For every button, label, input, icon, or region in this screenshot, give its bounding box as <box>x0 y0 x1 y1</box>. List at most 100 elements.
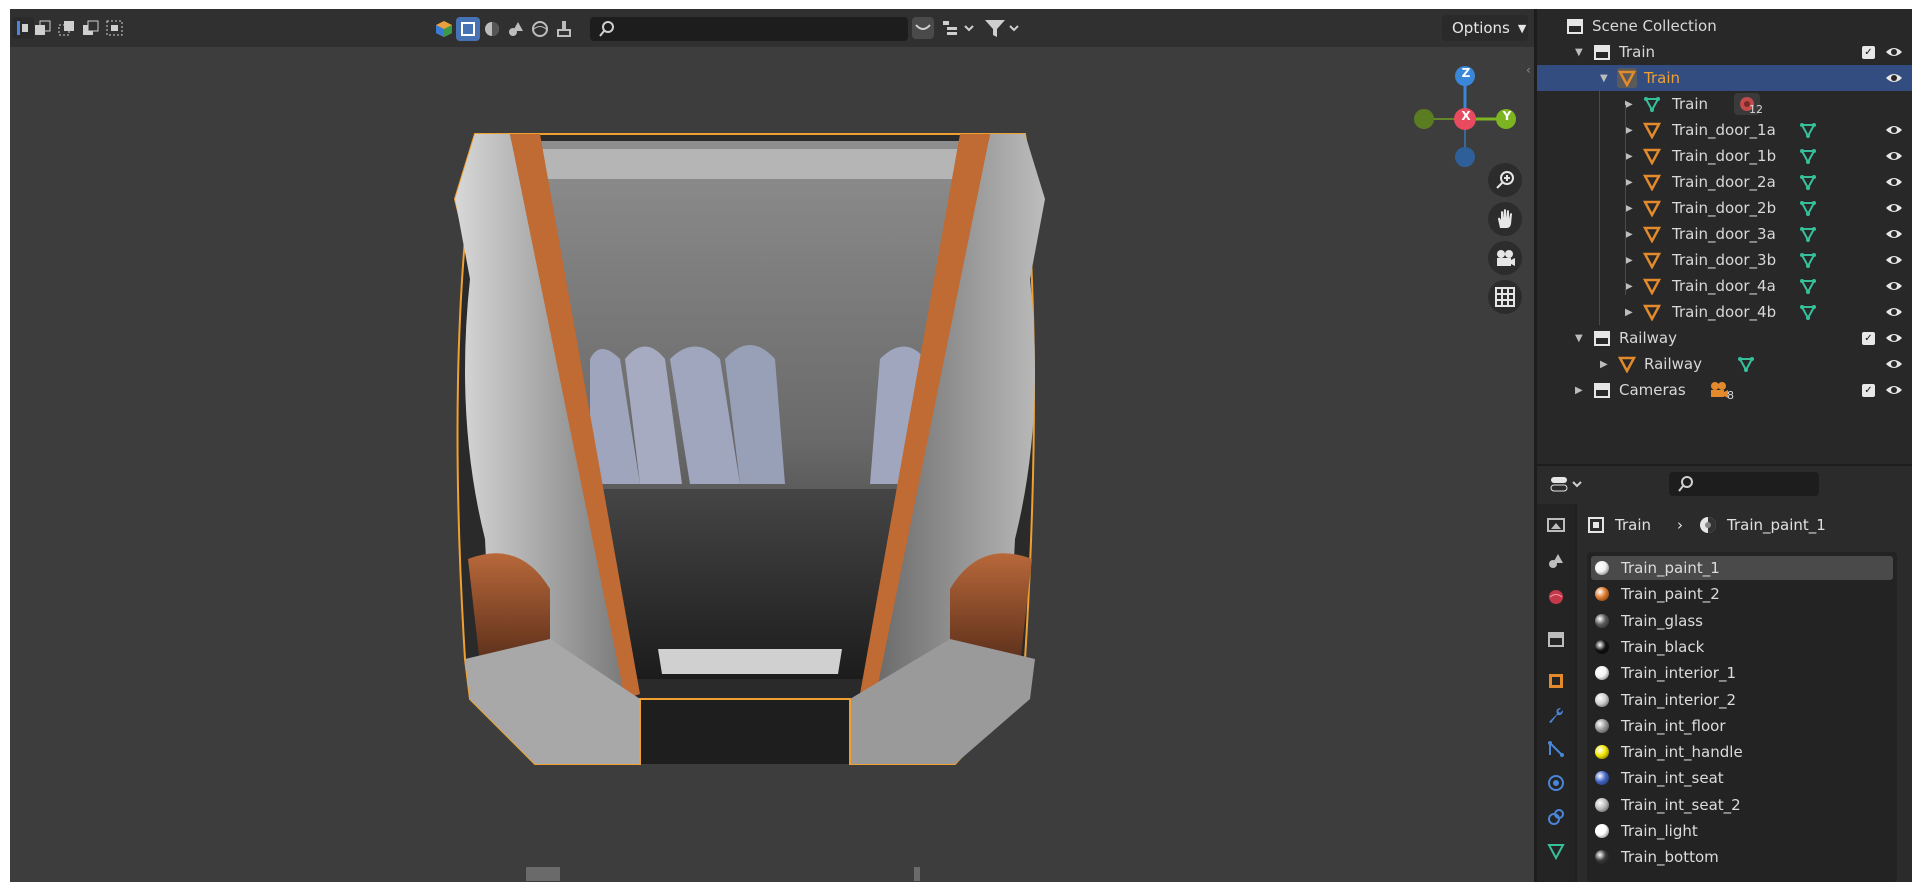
sync-toggle-icon[interactable] <box>912 17 934 39</box>
material-slot-row[interactable]: Train_interior_2 <box>1591 688 1893 712</box>
select-extend-icon[interactable] <box>56 17 78 39</box>
outliner-row[interactable]: ▶ Train 12 <box>1537 91 1912 117</box>
exclude-checkbox[interactable]: ✓ <box>1862 331 1875 345</box>
eye-icon[interactable] <box>1885 332 1903 344</box>
world-tab-icon[interactable] <box>1545 586 1567 608</box>
select-subtract-icon[interactable] <box>80 17 102 39</box>
expand-down-icon[interactable]: ▼ <box>1575 333 1583 344</box>
expand-right-icon[interactable]: ▶ <box>1625 307 1633 318</box>
outliner-filter-object-icon[interactable] <box>456 17 480 41</box>
select-tool-icon[interactable] <box>12 17 34 39</box>
outliner-row[interactable]: ▶ Train_door_4a <box>1537 273 1912 299</box>
properties-panel[interactable]: Train › Train_paint_1 Train_paint_1 Train… <box>1537 466 1912 882</box>
expand-right-icon[interactable]: ▶ <box>1625 229 1633 240</box>
world-icon[interactable] <box>528 17 552 41</box>
material-slot-row[interactable]: Train_light <box>1591 819 1893 843</box>
filter-dropdown[interactable] <box>982 17 1022 39</box>
expand-right-icon[interactable]: ▶ <box>1575 385 1583 396</box>
mesh-data-icon[interactable] <box>1799 303 1817 321</box>
material-slot-row[interactable]: Train_paint_2 <box>1591 582 1893 606</box>
mesh-data-icon[interactable] <box>1799 199 1817 217</box>
expand-down-icon[interactable]: ▼ <box>1575 47 1583 58</box>
eye-icon[interactable] <box>1885 150 1903 162</box>
properties-search-input[interactable] <box>1669 472 1819 496</box>
outliner-row[interactable]: ▼ Railway ✓ <box>1537 325 1912 351</box>
material-sphere-icon[interactable] <box>480 17 504 41</box>
eye-icon[interactable] <box>1885 202 1903 214</box>
editor-type-dropdown[interactable] <box>1549 472 1585 496</box>
eye-icon[interactable] <box>1885 124 1903 136</box>
mesh-data-icon[interactable] <box>1737 355 1755 373</box>
material-slot-row[interactable]: Train_black <box>1591 635 1893 659</box>
mesh-data-icon[interactable] <box>1799 173 1817 191</box>
expand-right-icon[interactable]: ▶ <box>1625 125 1633 136</box>
expand-right-icon[interactable]: ▶ <box>1625 203 1633 214</box>
eye-icon[interactable] <box>1885 228 1903 240</box>
render-tab-icon[interactable] <box>1545 514 1567 536</box>
eye-icon[interactable] <box>1885 46 1903 58</box>
grid-ortho-icon[interactable] <box>1488 280 1522 314</box>
eye-icon[interactable] <box>1885 306 1903 318</box>
outliner-row[interactable]: ▶ Train_door_3b <box>1537 247 1912 273</box>
material-slot-row[interactable]: Train_int_seat_2 <box>1591 793 1893 817</box>
brush-icon[interactable] <box>552 17 576 41</box>
pan-hand-icon[interactable] <box>1488 202 1522 236</box>
display-mode-dropdown[interactable] <box>938 17 978 39</box>
eye-icon[interactable] <box>1885 254 1903 266</box>
outliner-row[interactable]: ▶ Train_door_2a <box>1537 169 1912 195</box>
options-dropdown[interactable]: Options ▼ <box>1442 15 1528 41</box>
particles-tab-icon[interactable] <box>1545 738 1567 760</box>
outliner-row[interactable]: ▼ Train <box>1537 65 1912 91</box>
train-model-render[interactable] <box>450 119 1050 769</box>
eye-icon[interactable] <box>1885 280 1903 292</box>
expand-right-icon[interactable]: ▶ <box>1625 99 1633 110</box>
physics-tab-icon[interactable] <box>1545 772 1567 794</box>
zoom-icon[interactable] <box>1488 163 1522 197</box>
outliner-row[interactable]: ▶ Train_door_1b <box>1537 143 1912 169</box>
outliner-row[interactable]: ▼ Train ✓ <box>1537 39 1912 65</box>
constraints-tab-icon[interactable] <box>1545 806 1567 828</box>
outliner-row[interactable]: ▶ Train_door_1a <box>1537 117 1912 143</box>
viewport-search-input[interactable] <box>590 17 908 41</box>
scene-collection-row[interactable]: Scene Collection <box>1537 13 1912 39</box>
expand-right-icon[interactable]: ▶ <box>1625 281 1633 292</box>
eye-icon[interactable] <box>1885 358 1903 370</box>
material-slot-row[interactable]: Train_int_seat <box>1591 766 1893 790</box>
mesh-data-icon[interactable] <box>1799 225 1817 243</box>
expand-right-icon[interactable]: ▶ <box>1625 151 1633 162</box>
eye-icon[interactable] <box>1885 384 1903 396</box>
outliner-row[interactable]: ▶ Train_door_2b <box>1537 195 1912 221</box>
expand-right-icon[interactable]: ▶ <box>1625 255 1633 266</box>
select-intersect-icon[interactable] <box>104 17 126 39</box>
material-slot-row[interactable]: Train_bottom <box>1591 845 1893 869</box>
expand-right-icon[interactable]: ▶ <box>1600 359 1608 370</box>
object-tab-icon[interactable] <box>1545 670 1567 692</box>
eye-icon[interactable] <box>1885 176 1903 188</box>
mesh-data-icon[interactable] <box>1799 121 1817 139</box>
modifier-wrench-icon[interactable] <box>1545 704 1567 726</box>
3d-viewport[interactable]: Options ▼ ‹ Z X Y <box>10 9 1534 882</box>
outliner-row[interactable]: ▶ Train_door_3a <box>1537 221 1912 247</box>
material-slot-list[interactable]: Train_paint_1 Train_paint_2 Train_glass Tra… <box>1587 552 1897 882</box>
material-slot-row[interactable]: Train_glass <box>1591 609 1893 633</box>
output-tab-icon[interactable] <box>1545 550 1567 572</box>
camera-icon[interactable] <box>1709 381 1729 399</box>
object-types-icon[interactable] <box>432 17 456 41</box>
collection-tab-icon[interactable] <box>1545 628 1567 650</box>
camera-view-icon[interactable] <box>1488 241 1522 275</box>
expand-down-icon[interactable]: ▼ <box>1600 73 1608 84</box>
exclude-checkbox[interactable]: ✓ <box>1862 45 1875 59</box>
material-slot-row[interactable]: Train_paint_1 <box>1591 556 1893 580</box>
data-tab-icon[interactable] <box>1545 840 1567 862</box>
material-slot-row[interactable]: Train_int_floor <box>1591 714 1893 738</box>
outliner-panel[interactable]: Scene Collection ▼ Train ✓ ▼ Train ▶ Train 12 ▶ T… <box>1537 9 1912 464</box>
outliner-row[interactable]: ▶ Railway <box>1537 351 1912 377</box>
exclude-checkbox[interactable]: ✓ <box>1862 383 1875 397</box>
material-slot-row[interactable]: Train_interior_1 <box>1591 661 1893 685</box>
material-slot-row[interactable]: Train_int_handle <box>1591 740 1893 764</box>
outliner-row[interactable]: ▶ Train_door_4b <box>1537 299 1912 325</box>
eye-icon[interactable] <box>1885 72 1903 84</box>
texture-icon[interactable] <box>504 17 528 41</box>
mesh-data-icon[interactable] <box>1799 147 1817 165</box>
mesh-data-icon[interactable] <box>1799 251 1817 269</box>
